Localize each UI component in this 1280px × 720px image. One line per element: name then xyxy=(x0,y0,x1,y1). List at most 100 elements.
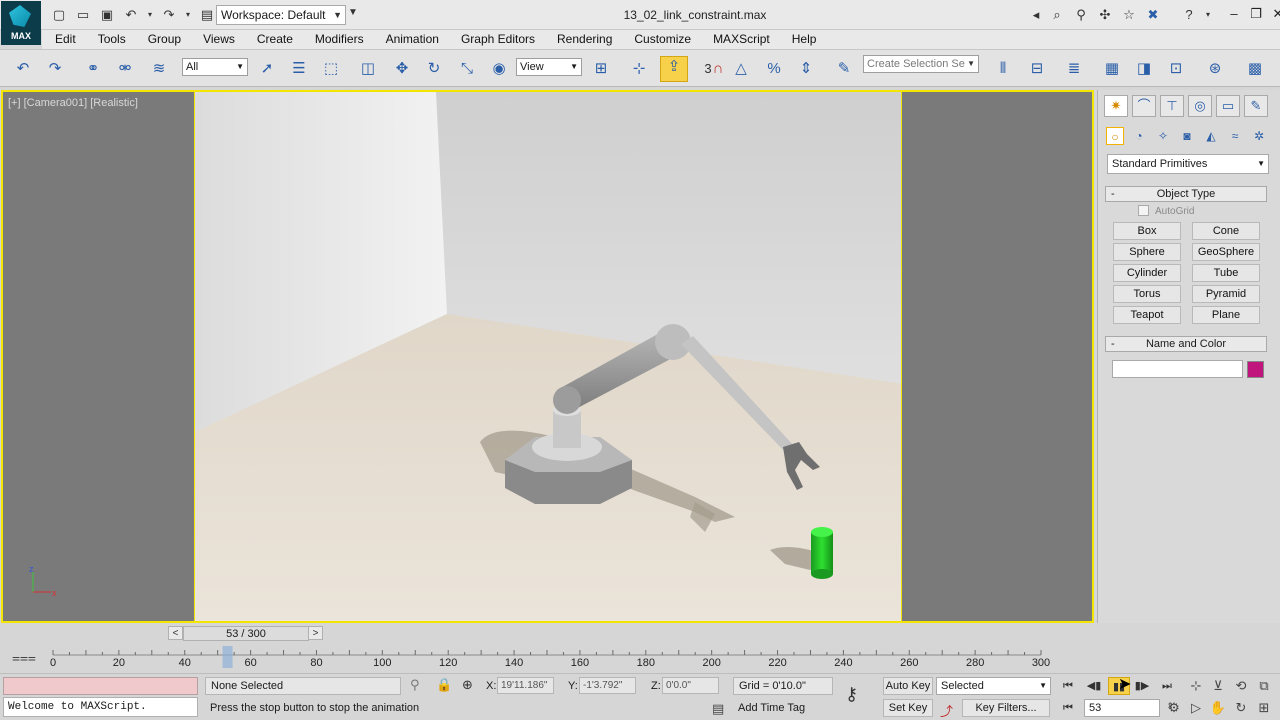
shapes-icon[interactable]: ◔ xyxy=(1130,127,1148,145)
save-file-icon[interactable]: ▣ xyxy=(98,6,116,24)
primitive-category-dropdown[interactable]: Standard Primitives ▼ xyxy=(1107,154,1269,174)
object-color-swatch[interactable] xyxy=(1247,361,1264,378)
close-icon[interactable]: ✕ xyxy=(1272,6,1280,22)
sphere-button[interactable]: Sphere xyxy=(1113,243,1181,261)
y-coord-field[interactable]: -1'3.792" xyxy=(579,677,636,694)
menu-views[interactable]: Views xyxy=(192,30,246,49)
auto-key-button[interactable]: Auto Key xyxy=(883,677,933,695)
cylinder-button[interactable]: Cylinder xyxy=(1113,264,1181,282)
default-in-out-tangent-icon[interactable]: ⤴ xyxy=(940,701,953,720)
lights-icon[interactable]: ✧ xyxy=(1154,127,1172,145)
menu-graph-editors[interactable]: Graph Editors xyxy=(450,30,546,49)
bind-space-warp-icon[interactable]: ≋ xyxy=(148,59,170,79)
project-folder-icon[interactable]: ▤ xyxy=(198,6,216,24)
redo-icon[interactable]: ↷ xyxy=(44,59,66,79)
menu-group[interactable]: Group xyxy=(137,30,192,49)
geosphere-button[interactable]: GeoSphere xyxy=(1192,243,1260,261)
redo-dropdown-icon[interactable]: ▾ xyxy=(184,6,192,24)
undo-icon[interactable]: ↶ xyxy=(122,6,140,24)
time-tag-icon[interactable]: ▤ xyxy=(712,701,724,717)
manipulate-icon[interactable]: ⊹ xyxy=(628,59,650,79)
menu-create[interactable]: Create xyxy=(246,30,304,49)
x-coord-field[interactable]: 19'11.186" xyxy=(497,677,554,694)
render-setup-icon[interactable]: ▩ xyxy=(1244,59,1266,79)
time-config-icon[interactable]: ⚙ xyxy=(1164,700,1184,716)
maxscript-output[interactable]: Welcome to MAXScript. xyxy=(3,697,198,717)
display-tab-icon[interactable]: ▭ xyxy=(1216,95,1240,117)
teapot-button[interactable]: Teapot xyxy=(1113,306,1181,324)
material-editor-icon[interactable]: ⊛ xyxy=(1204,59,1226,79)
move-icon[interactable]: ✥ xyxy=(391,59,413,79)
undo-icon[interactable]: ↶ xyxy=(12,59,34,79)
key-filters-button[interactable]: Key Filters... xyxy=(962,699,1050,717)
torus-button[interactable]: Torus xyxy=(1113,285,1181,303)
application-button[interactable]: MAX xyxy=(1,1,41,45)
absolute-mode-icon[interactable]: ⊕ xyxy=(462,677,473,693)
object-name-input[interactable] xyxy=(1112,360,1243,378)
hierarchy-tab-icon[interactable]: ⊤ xyxy=(1160,95,1184,117)
menu-maxscript[interactable]: MAXScript xyxy=(702,30,781,49)
help-icon[interactable]: ? xyxy=(1180,6,1198,24)
maximize-viewport-icon[interactable]: ⧉ xyxy=(1254,678,1274,694)
reference-coordinate-dropdown[interactable]: View ▼ xyxy=(516,58,582,76)
pyramid-button[interactable]: Pyramid xyxy=(1192,285,1260,303)
maxscript-listener-input[interactable] xyxy=(3,677,198,695)
exchange-icon[interactable]: ✖ xyxy=(1144,6,1162,24)
next-frame-icon[interactable]: ▮▶ xyxy=(1131,677,1153,695)
binoculars-icon[interactable]: ⌕ xyxy=(1048,6,1066,24)
set-key-icon[interactable]: ⚷ xyxy=(845,684,858,705)
rectangular-selection-icon[interactable]: ⬚ xyxy=(320,59,342,79)
next-frame-arrow[interactable]: > xyxy=(308,626,323,640)
name-and-color-rollout[interactable]: - Name and Color xyxy=(1105,336,1267,352)
spinner-snap-icon[interactable]: ⇕ xyxy=(795,59,817,79)
help-dropdown-icon[interactable]: ▾ xyxy=(1204,6,1212,24)
new-file-icon[interactable]: ▢ xyxy=(50,6,68,24)
mirror-icon[interactable]: ⫴ xyxy=(992,59,1014,79)
track-bar[interactable]: ⩶ 0 20 40 60 80 100 120 140 160 180 200 220 240 260 28… xyxy=(0,644,1095,672)
redo-icon[interactable]: ↷ xyxy=(160,6,178,24)
orbit-subobject-icon[interactable]: ↻ xyxy=(1231,700,1251,716)
helpers-icon[interactable]: ◭ xyxy=(1202,127,1220,145)
collapse-arrow-icon[interactable]: ◂ xyxy=(1030,6,1042,24)
menu-tools[interactable]: Tools xyxy=(87,30,137,49)
selection-filter-dropdown[interactable]: All ▼ xyxy=(182,58,248,76)
menu-help[interactable]: Help xyxy=(781,30,828,49)
object-type-rollout[interactable]: - Object Type xyxy=(1105,186,1267,202)
keyboard-shortcut-override-icon[interactable]: ⇪ xyxy=(660,56,688,82)
menu-rendering[interactable]: Rendering xyxy=(546,30,623,49)
prev-frame-arrow[interactable]: < xyxy=(168,626,183,640)
search-icon[interactable]: ⚲ xyxy=(1072,6,1090,24)
key-mode-toggle-icon[interactable]: ⏮ xyxy=(1057,699,1079,717)
minimize-icon[interactable]: – xyxy=(1228,6,1240,22)
pivot-center-icon[interactable]: ⊞ xyxy=(590,59,612,79)
tube-button[interactable]: Tube xyxy=(1192,264,1260,282)
key-set-dropdown[interactable]: Selected ▼ xyxy=(936,677,1051,695)
plane-button[interactable]: Plane xyxy=(1192,306,1260,324)
select-and-place-icon[interactable]: ◉ xyxy=(488,59,510,79)
modify-tab-icon[interactable]: ⌒ xyxy=(1132,95,1156,117)
favorites-star-icon[interactable]: ☆ xyxy=(1120,6,1138,24)
viewport-label[interactable]: [+] [Camera001] [Realistic] xyxy=(8,97,138,109)
space-warps-icon[interactable]: ≈ xyxy=(1226,127,1244,145)
unlink-selection-icon[interactable]: ⚮ xyxy=(114,59,136,79)
camera-viewport[interactable]: [+] [Camera001] [Realistic] z x xyxy=(1,90,1094,623)
window-crossing-icon[interactable]: ◫ xyxy=(357,59,379,79)
systems-icon[interactable]: ✲ xyxy=(1250,127,1268,145)
time-slider[interactable]: < 53 / 300 > xyxy=(1,625,1094,643)
menu-edit[interactable]: Edit xyxy=(42,30,87,49)
current-frame-field[interactable]: 53 xyxy=(1084,699,1160,717)
field-of-view-icon[interactable]: ▷ xyxy=(1186,700,1206,716)
undo-dropdown-icon[interactable]: ▾ xyxy=(146,6,154,24)
go-to-end-icon[interactable]: ⏭ xyxy=(1156,677,1178,695)
isolate-selection-icon[interactable]: ⚲ xyxy=(410,677,420,693)
utilities-tab-icon[interactable]: ✎ xyxy=(1244,95,1268,117)
go-to-start-icon[interactable]: ⏮ xyxy=(1057,677,1079,695)
create-tab-icon[interactable]: ✷ xyxy=(1104,95,1128,117)
zoom-all-icon[interactable]: ⊻ xyxy=(1208,678,1228,694)
cone-button[interactable]: Cone xyxy=(1192,222,1260,240)
set-key-button[interactable]: Set Key xyxy=(883,699,933,717)
previous-frame-icon[interactable]: ◀▮ xyxy=(1083,677,1105,695)
scale-icon[interactable]: ⤡ xyxy=(456,59,478,79)
customize-qa-icon[interactable]: ▼ xyxy=(348,7,358,18)
menu-customize[interactable]: Customize xyxy=(623,30,702,49)
